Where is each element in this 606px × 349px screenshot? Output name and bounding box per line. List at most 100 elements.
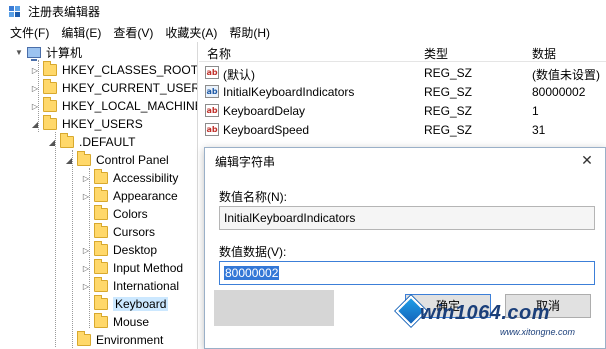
binary-value-icon: ab <box>205 85 219 98</box>
column-header-name[interactable]: 名称 <box>207 45 231 62</box>
title-bar: 注册表编辑器 <box>0 0 606 22</box>
value-name: KeyboardDelay <box>223 104 306 118</box>
computer-icon <box>27 46 41 61</box>
string-value-icon: ab <box>205 66 219 79</box>
value-row[interactable]: ab (默认) REG_SZ (数值未设置) <box>199 64 606 83</box>
value-data-input[interactable]: 80000002 <box>219 261 595 285</box>
collapse-icon[interactable]: ◢ <box>47 137 57 147</box>
value-type: REG_SZ <box>424 104 473 118</box>
tree-label: Cursors <box>113 225 156 239</box>
menu-favorites[interactable]: 收藏夹(A) <box>159 24 223 41</box>
expand-icon[interactable]: ▷ <box>81 263 91 273</box>
expand-icon[interactable]: ▷ <box>81 281 91 291</box>
tree-guide <box>55 132 56 347</box>
tree-label: HKEY_CURRENT_USER <box>62 81 198 95</box>
tree-item-appearance[interactable]: ▷ Appearance <box>81 187 178 205</box>
list-header: 名称 类型 数据 <box>199 42 606 62</box>
menu-file[interactable]: 文件(F) <box>4 24 55 41</box>
tree-item-cursors[interactable]: Cursors <box>81 223 155 241</box>
tree-item-keyboard[interactable]: Keyboard <box>81 295 169 313</box>
folder-icon <box>43 61 57 76</box>
tree-item-default[interactable]: ◢ .DEFAULT <box>47 133 135 151</box>
folder-icon <box>43 115 57 130</box>
folder-icon <box>94 223 108 238</box>
regedit-icon <box>9 6 20 17</box>
value-name-text: InitialKeyboardIndicators <box>224 211 356 225</box>
expand-icon[interactable]: ▷ <box>30 101 40 111</box>
tree-label: Control Panel <box>96 153 169 167</box>
tree-item-accessibility[interactable]: ▷ Accessibility <box>81 169 178 187</box>
folder-icon <box>94 313 108 328</box>
tree-item-hkcu[interactable]: ▷ HKEY_CURRENT_USER <box>30 79 198 97</box>
folder-icon <box>43 97 57 112</box>
tree-label: International <box>113 279 180 293</box>
value-data-text: 80000002 <box>224 266 280 280</box>
menu-edit[interactable]: 编辑(E) <box>55 24 107 41</box>
expand-icon[interactable]: ▷ <box>30 65 40 75</box>
expand-icon[interactable]: ▷ <box>81 245 91 255</box>
value-type: REG_SZ <box>424 85 473 99</box>
value-name: (默认) <box>223 68 255 82</box>
folder-icon <box>94 169 108 184</box>
tree-item-input-method[interactable]: ▷ Input Method <box>81 259 183 277</box>
value-row[interactable]: ab KeyboardDelay REG_SZ 1 <box>199 102 606 121</box>
value-name: InitialKeyboardIndicators <box>223 85 355 99</box>
tree-item-hkcr[interactable]: ▷ HKEY_CLASSES_ROOT <box>30 61 197 79</box>
expand-icon[interactable]: ▷ <box>30 83 40 93</box>
menu-view[interactable]: 查看(V) <box>107 24 159 41</box>
tree-label: 计算机 <box>46 45 83 60</box>
watermark-text: win1064.com <box>420 302 551 324</box>
tree-label: Accessibility <box>113 171 179 185</box>
tree-item-mouse[interactable]: Mouse <box>81 313 149 331</box>
tree-item-hku[interactable]: ◢ HKEY_USERS <box>30 115 143 133</box>
expand-icon[interactable]: ▷ <box>81 191 91 201</box>
blurred-region <box>214 290 334 326</box>
folder-icon <box>60 133 74 148</box>
value-name-field: InitialKeyboardIndicators <box>219 206 595 230</box>
tree-guide <box>72 150 73 349</box>
tree-label: Environment <box>96 333 164 347</box>
tree-label: HKEY_LOCAL_MACHINE <box>62 99 198 113</box>
value-row[interactable]: ab KeyboardSpeed REG_SZ 31 <box>199 121 606 140</box>
dialog-title: 编辑字符串 <box>215 154 276 169</box>
value-data-label: 数值数据(V): <box>219 245 287 259</box>
folder-icon <box>77 331 91 346</box>
tree-label: HKEY_USERS <box>62 117 143 131</box>
watermark-subtext: www.xitongne.com <box>500 327 576 337</box>
string-value-icon: ab <box>205 123 219 136</box>
string-value-icon: ab <box>205 104 219 117</box>
tree-item-colors[interactable]: Colors <box>81 205 148 223</box>
tree-label: Keyboard <box>113 297 169 311</box>
value-data: 80000002 <box>532 85 586 99</box>
value-name: KeyboardSpeed <box>223 123 310 137</box>
tree-label: Mouse <box>113 315 150 329</box>
registry-tree[interactable]: ▼ 计算机 ▷ HKEY_CLASSES_ROOT ▷ HKEY_CURRENT… <box>0 42 198 349</box>
tree-label: Input Method <box>113 261 184 275</box>
column-header-type[interactable]: 类型 <box>424 45 448 62</box>
no-expander <box>81 299 91 309</box>
window-title: 注册表编辑器 <box>28 4 101 19</box>
value-name-label: 数值名称(N): <box>219 190 287 204</box>
collapse-icon[interactable]: ▼ <box>14 47 24 57</box>
tree-item-hklm[interactable]: ▷ HKEY_LOCAL_MACHINE <box>30 97 198 115</box>
folder-icon <box>94 187 108 202</box>
no-expander <box>64 335 74 345</box>
menu-bar: 文件(F) 编辑(E) 查看(V) 收藏夹(A) 帮助(H) <box>0 22 606 42</box>
folder-icon <box>77 151 91 166</box>
menu-help[interactable]: 帮助(H) <box>223 24 276 41</box>
value-data: (数值未设置) <box>532 68 600 82</box>
expand-icon[interactable]: ▷ <box>81 173 91 183</box>
tree-item-international[interactable]: ▷ International <box>81 277 179 295</box>
dialog-title-bar: 编辑字符串 <box>205 148 605 174</box>
tree-item-environment[interactable]: Environment <box>64 331 163 349</box>
collapse-icon[interactable]: ◢ <box>30 119 40 129</box>
folder-icon <box>94 205 108 220</box>
value-row[interactable]: ab InitialKeyboardIndicators REG_SZ 8000… <box>199 83 606 102</box>
collapse-icon[interactable]: ◢ <box>64 155 74 165</box>
close-icon[interactable]: ✕ <box>579 152 595 168</box>
tree-item-computer[interactable]: ▼ 计算机 <box>14 43 82 61</box>
folder-icon <box>94 277 108 292</box>
tree-item-desktop[interactable]: ▷ Desktop <box>81 241 157 259</box>
tree-item-control-panel[interactable]: ◢ Control Panel <box>64 151 169 169</box>
column-header-data[interactable]: 数据 <box>532 45 556 62</box>
